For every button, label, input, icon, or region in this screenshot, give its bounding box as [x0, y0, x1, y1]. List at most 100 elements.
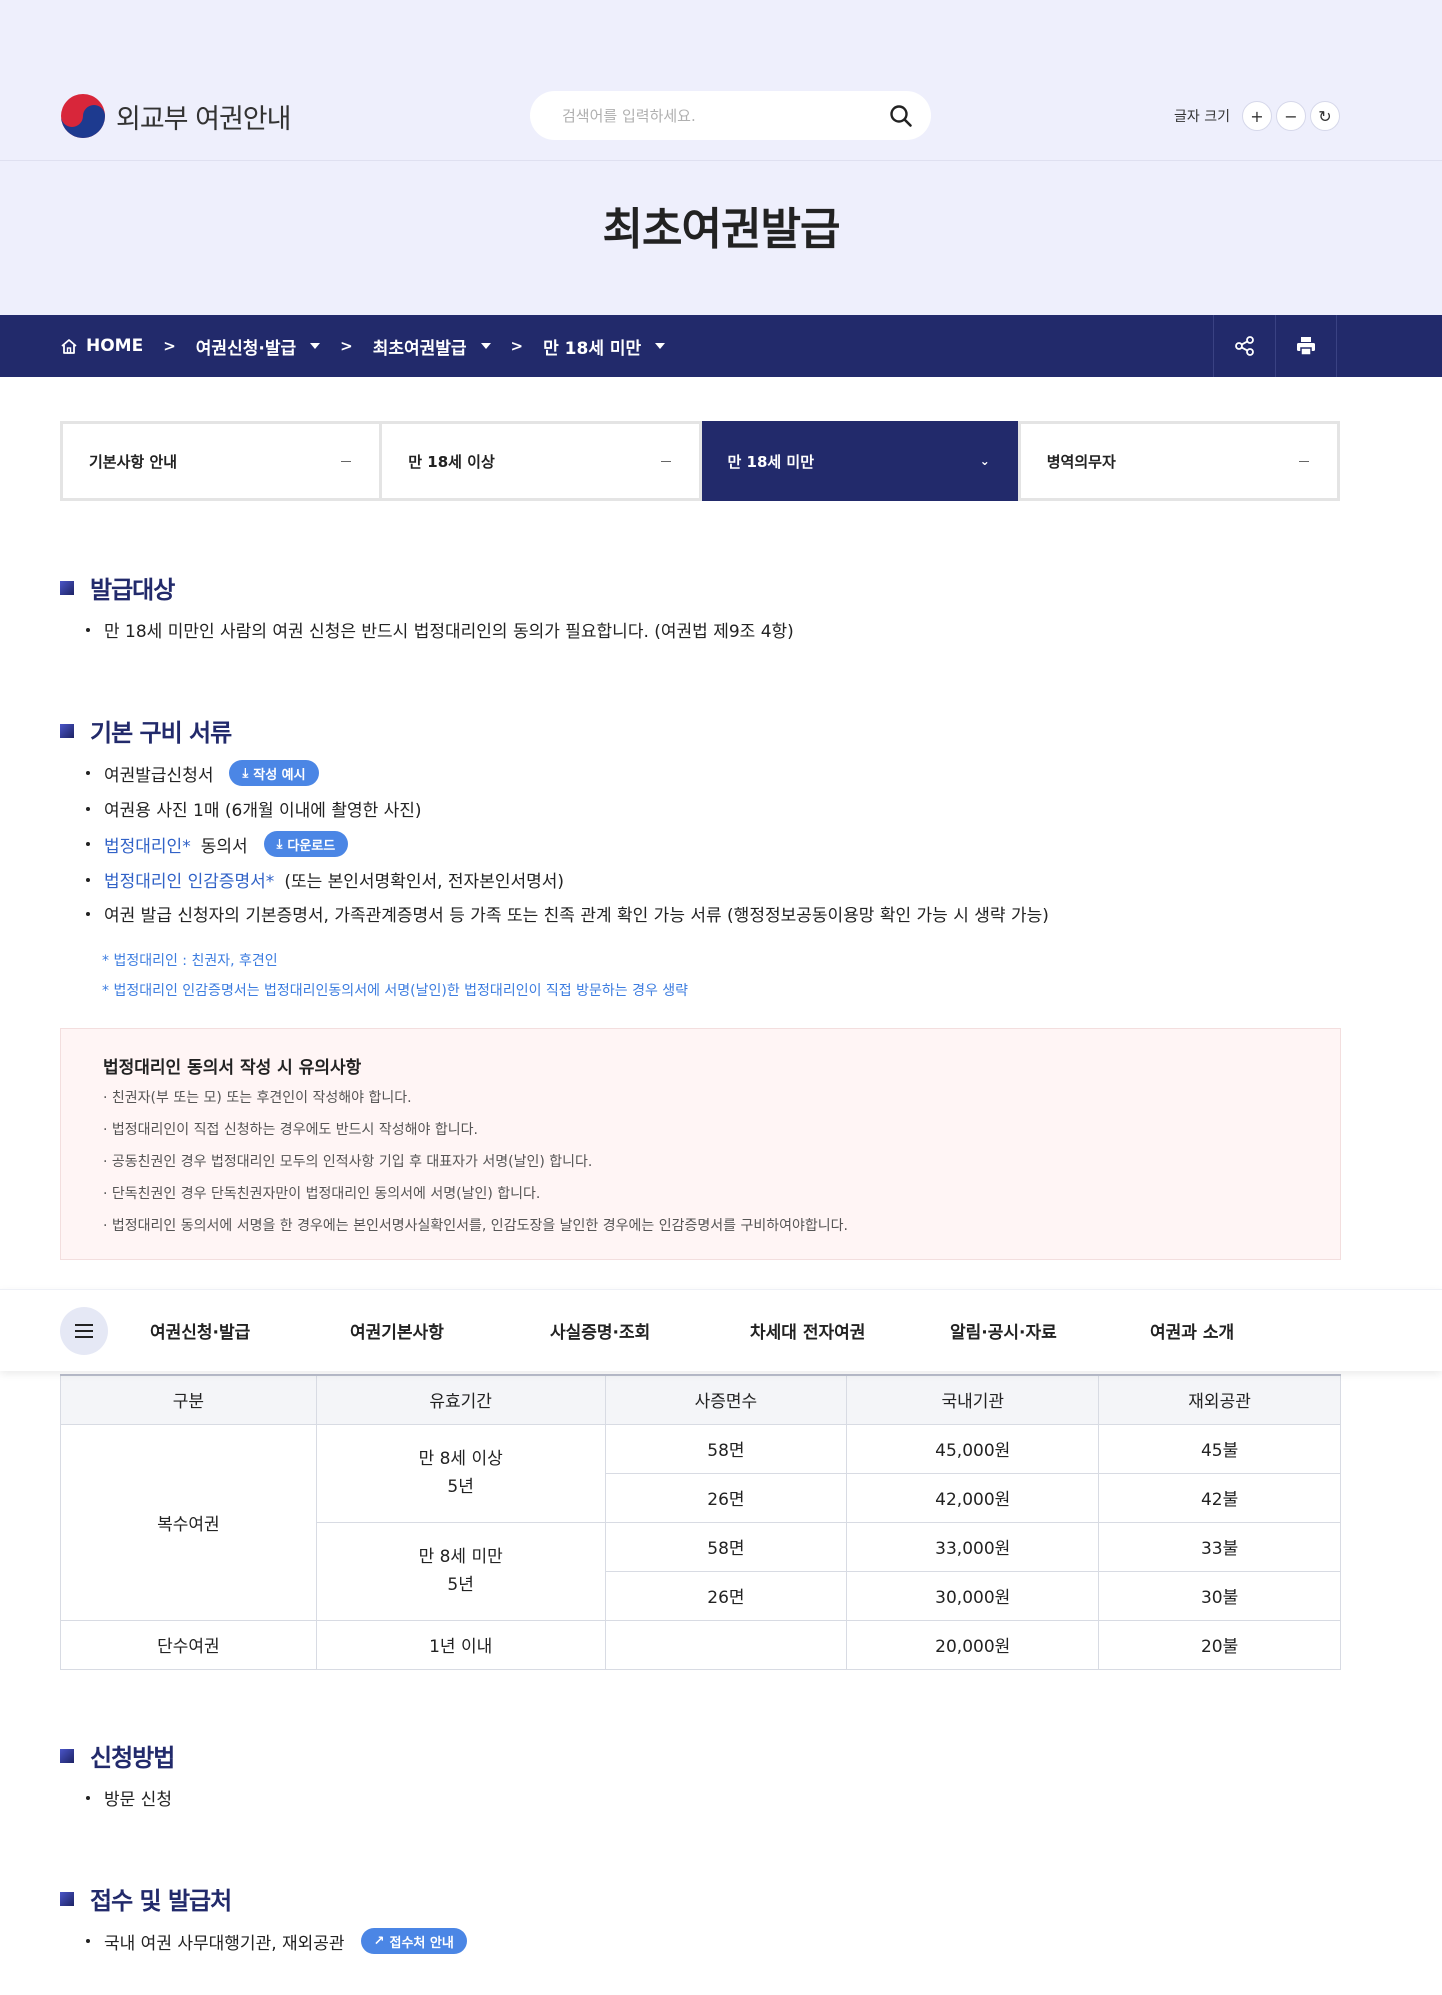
- validity-age: 만 8세 이상: [418, 1449, 503, 1469]
- bullet-dot: [86, 877, 90, 882]
- example-download-button[interactable]: ⤓ 작성 예시: [229, 760, 319, 786]
- domestic-fee-cell: 30,000원: [846, 1570, 1100, 1621]
- hamburger-menu-icon: [75, 1324, 93, 1338]
- table-header-row: 구분 유효기간 사증면수 국내기관 재외공관: [60, 1374, 1341, 1425]
- table-row: 단수여권 1년 이내 20,000원 20불: [60, 1619, 1341, 1670]
- office-item: 국내 여권 사무대행기관, 재외공관 ↗ 접수처 안내: [86, 1928, 467, 1954]
- breadcrumb-level2[interactable]: 최초여권발급: [373, 334, 491, 359]
- global-nav-bar: 여권신청·발급 여권기본사항 사실증명·조회 차세대 전자여권 알림·공시·자료…: [0, 1289, 1442, 1371]
- validity-cell: 1년 이내: [315, 1619, 606, 1670]
- domestic-fee-cell: 45,000원: [846, 1423, 1100, 1474]
- minus-icon: [660, 460, 671, 462]
- tab-under-18[interactable]: 만 18세 미만 ⌄: [701, 421, 1021, 501]
- font-size-control: 글자 크기 + − ↻: [1174, 101, 1340, 131]
- notice-line: · 단독친권인 경우 단독친권자만이 법정대리인 동의서에 서명(날인) 합니다…: [103, 1186, 541, 1202]
- breadcrumb-home[interactable]: HOME: [60, 336, 143, 356]
- target-text: 만 18세 미만인 사람의 여권 신청은 반드시 법정대리인의 동의가 필요합니…: [104, 622, 794, 642]
- validity-age: 만 8세 미만: [418, 1547, 503, 1567]
- passport-type-cell: 단수여권: [60, 1619, 317, 1670]
- validity-cell: 만 8세 이상 5년: [315, 1423, 606, 1523]
- gnb-item-notice[interactable]: 알림·공시·자료: [950, 1318, 1057, 1343]
- overseas-fee-cell: 42불: [1098, 1472, 1341, 1523]
- caret-down-icon: [655, 343, 666, 349]
- font-reset-button[interactable]: ↻: [1309, 101, 1340, 131]
- menu-button[interactable]: [60, 1307, 108, 1355]
- section-title-target: 발급대상: [60, 570, 175, 605]
- method-item: 방문 신청: [86, 1785, 172, 1810]
- print-icon: [1297, 337, 1315, 356]
- site-logo[interactable]: 외교부 여권안내: [60, 93, 291, 139]
- section-title-text: 접수 및 발급처: [90, 1887, 232, 1915]
- pages-cell: 58면: [604, 1423, 848, 1474]
- logo-text: 외교부 여권안내: [116, 103, 291, 135]
- bullet-dot: [86, 842, 90, 846]
- breadcrumb-separator: >: [340, 337, 353, 355]
- tab-military[interactable]: 병역의무자: [1020, 424, 1337, 498]
- caret-down-icon: [310, 343, 321, 349]
- font-decrease-button[interactable]: −: [1275, 101, 1306, 131]
- external-link-icon: ↗: [373, 1933, 385, 1949]
- gnb-item-epassport[interactable]: 차세대 전자여권: [750, 1318, 865, 1343]
- section-bullet-icon: [60, 1891, 74, 1906]
- tab-basic-info[interactable]: 기본사항 안내: [63, 424, 383, 498]
- document-item-seal: 법정대리인 인감증명서* (또는 본인서명확인서, 전자본인서명서): [86, 867, 564, 892]
- share-button[interactable]: [1213, 315, 1275, 377]
- breadcrumb-bar: HOME > 여권신청·발급 > 최초여권발급 > 만 18세 미만: [0, 315, 1442, 377]
- breadcrumb-level1[interactable]: 여권신청·발급: [196, 334, 321, 359]
- pages-cell: 26면: [604, 1472, 848, 1523]
- chevron-down-icon: ⌄: [979, 454, 990, 468]
- search-icon[interactable]: [887, 102, 915, 130]
- tab-label: 병역의무자: [1046, 452, 1116, 471]
- document-item-application: 여권발급신청서 ⤓ 작성 예시: [86, 760, 319, 786]
- bullet-dot: [86, 627, 90, 632]
- caret-down-icon: [480, 343, 491, 349]
- gnb-item-certificate[interactable]: 사실증명·조회: [550, 1318, 650, 1343]
- header-banner: 외교부 여권안내 글자 크기 + − ↻ 최초여권발급: [0, 0, 1442, 315]
- breadcrumb: HOME > 여권신청·발급 > 최초여권발급 > 만 18세 미만: [60, 315, 666, 377]
- overseas-fee-cell: 20불: [1098, 1619, 1341, 1670]
- search-input[interactable]: [562, 106, 862, 125]
- notice-line: · 공동친권인 경우 법정대리인 모두의 인적사항 기입 후 대표자가 서명(날…: [103, 1154, 593, 1170]
- validity-period: 5년: [447, 1477, 474, 1497]
- page-title: 최초여권발급: [602, 204, 841, 255]
- bullet-dot: [86, 911, 90, 916]
- tab-over-18[interactable]: 만 18세 이상: [382, 424, 702, 498]
- font-increase-button[interactable]: +: [1241, 101, 1272, 131]
- domestic-fee-cell: 33,000원: [846, 1521, 1100, 1572]
- gnb-item-basics[interactable]: 여권기본사항: [350, 1318, 444, 1343]
- overseas-fee-cell: 45불: [1098, 1423, 1341, 1474]
- column-header: 사증면수: [604, 1374, 848, 1425]
- bullet-dot: [86, 771, 90, 775]
- domestic-fee-cell: 20,000원: [846, 1619, 1100, 1670]
- footnote-guardian: * 법정대리인 : 친권자, 후견인: [102, 953, 278, 969]
- target-item: 만 18세 미만인 사람의 여권 신청은 반드시 법정대리인의 동의가 필요합니…: [86, 617, 794, 642]
- legal-guardian-link[interactable]: 법정대리인*: [104, 832, 191, 857]
- breadcrumb-level3-label: 만 18세 미만: [543, 338, 642, 359]
- breadcrumb-level3[interactable]: 만 18세 미만: [543, 334, 666, 359]
- document-item-photo: 여권용 사진 1매 (6개월 이내에 촬영한 사진): [86, 796, 422, 821]
- breadcrumb-level2-label: 최초여권발급: [372, 338, 467, 359]
- pages-cell: [604, 1619, 848, 1670]
- gnb-item-apply[interactable]: 여권신청·발급: [150, 1318, 250, 1343]
- office-guide-button[interactable]: ↗ 접수처 안내: [360, 1928, 467, 1954]
- table-row: 복수여권 만 8세 이상 5년 58면 45,000원 45불: [60, 1423, 1341, 1621]
- button-label: 접수처 안내: [389, 1935, 454, 1951]
- pages-cell: 26면: [604, 1570, 848, 1621]
- print-button[interactable]: [1275, 315, 1337, 377]
- overseas-fee-cell: 33불: [1098, 1521, 1341, 1572]
- seal-certificate-link[interactable]: 법정대리인 인감증명서*: [104, 867, 274, 892]
- section-title-text: 기본 구비 서류: [90, 719, 232, 747]
- button-label: 작성 예시: [253, 767, 306, 783]
- section-bullet-icon: [60, 580, 74, 595]
- gnb-item-about[interactable]: 여권과 소개: [1150, 1318, 1234, 1343]
- section-title-office: 접수 및 발급처: [60, 1881, 232, 1916]
- breadcrumb-home-label: HOME: [86, 336, 144, 356]
- banner-divider: [0, 160, 1442, 161]
- bullet-dot: [86, 1939, 90, 1943]
- overseas-fee-cell: 30불: [1098, 1570, 1341, 1621]
- consent-download-button[interactable]: ⤓ 다운로드: [263, 831, 349, 857]
- pages-cell: 58면: [604, 1521, 848, 1572]
- notice-line: · 친권자(부 또는 모) 또는 후견인이 작성해야 합니다.: [103, 1090, 412, 1106]
- validity-period: 5년: [447, 1575, 474, 1595]
- footnote-seal: * 법정대리인 인감증명서는 법정대리인동의서에 서명(날인)한 법정대리인이 …: [102, 983, 689, 999]
